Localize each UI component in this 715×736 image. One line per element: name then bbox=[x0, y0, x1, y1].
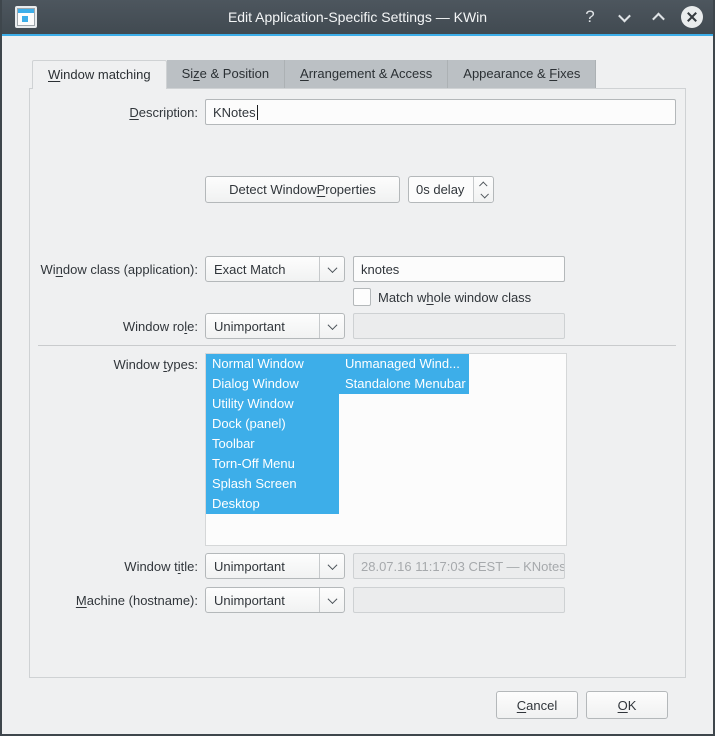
window-role-label: Window role: bbox=[38, 319, 198, 334]
help-icon: ? bbox=[585, 7, 594, 27]
window-class-row: Window class (application): Exact Match … bbox=[38, 256, 676, 282]
combobox-chevron-icon bbox=[327, 594, 337, 604]
machine-label: Machine (hostname): bbox=[38, 593, 198, 608]
machine-input bbox=[353, 587, 565, 613]
description-row: Description: KNotes bbox=[38, 99, 676, 125]
combobox-chevron-icon bbox=[327, 560, 337, 570]
spin-down-icon[interactable] bbox=[480, 190, 488, 198]
titlebar[interactable]: Edit Application-Specific Settings — KWi… bbox=[2, 0, 713, 34]
chevron-up-icon bbox=[652, 12, 665, 25]
window-role-row: Window role: Unimportant bbox=[38, 313, 676, 339]
window-types-row: Window types: Normal WindowDialog Window… bbox=[38, 353, 676, 546]
window-type-option[interactable]: Toolbar bbox=[206, 434, 339, 454]
window-matching-pane: Description: KNotes Detect Window Proper… bbox=[29, 88, 686, 678]
spin-up-icon[interactable] bbox=[479, 181, 487, 189]
window-type-option[interactable]: Torn-Off Menu bbox=[206, 454, 339, 474]
tab-bar: Window matching Size & Position Arrangem… bbox=[32, 60, 686, 88]
match-whole-row: Match whole window class bbox=[38, 288, 676, 306]
detect-window-properties-button[interactable]: Detect Window Properties bbox=[205, 176, 400, 203]
help-button[interactable]: ? bbox=[579, 6, 601, 28]
window-type-option[interactable]: Dialog Window bbox=[206, 374, 339, 394]
tab-window-matching[interactable]: Window matching bbox=[32, 60, 167, 89]
maximize-button[interactable] bbox=[647, 6, 669, 28]
match-whole-checkbox[interactable] bbox=[353, 288, 371, 306]
window-types-right-column: Unmanaged Wind...Standalone Menubar bbox=[339, 354, 469, 394]
window-type-option[interactable]: Standalone Menubar bbox=[339, 374, 469, 394]
dialog-footer: Cancel OK bbox=[29, 678, 686, 719]
window-type-option[interactable]: Splash Screen bbox=[206, 474, 339, 494]
combobox-chevron-icon bbox=[327, 263, 337, 273]
close-icon bbox=[687, 12, 697, 22]
window-class-match-combobox[interactable]: Exact Match bbox=[205, 256, 345, 282]
tab-appearance-fixes[interactable]: Appearance & Fixes bbox=[448, 60, 596, 88]
close-button[interactable] bbox=[681, 6, 703, 28]
window-types-label: Window types: bbox=[38, 357, 198, 372]
machine-match-combobox[interactable]: Unimportant bbox=[205, 587, 345, 613]
window-type-option[interactable]: Normal Window bbox=[206, 354, 339, 374]
tab-size-position[interactable]: Size & Position bbox=[167, 60, 285, 88]
window-title-row: Window title: Unimportant 28.07.16 11:17… bbox=[38, 553, 676, 579]
text-caret bbox=[257, 105, 258, 120]
window-type-option[interactable]: Unmanaged Wind... bbox=[339, 354, 469, 374]
dialog-window: Edit Application-Specific Settings — KWi… bbox=[0, 0, 715, 736]
window-class-input[interactable]: knotes bbox=[353, 256, 565, 282]
chevron-down-icon bbox=[618, 9, 631, 22]
window-class-label: Window class (application): bbox=[38, 262, 198, 277]
ok-button[interactable]: OK bbox=[586, 691, 668, 719]
window-title-input: 28.07.16 11:17:03 CEST — KNotes bbox=[353, 553, 565, 579]
window-type-option[interactable]: Desktop bbox=[206, 494, 339, 514]
window-types-left-column: Normal WindowDialog WindowUtility Window… bbox=[206, 354, 339, 514]
machine-row: Machine (hostname): Unimportant bbox=[38, 587, 676, 613]
window-role-input bbox=[353, 313, 565, 339]
description-input[interactable]: KNotes bbox=[205, 99, 676, 125]
window-title-label: Window title: bbox=[38, 559, 198, 574]
tab-arrangement-access[interactable]: Arrangement & Access bbox=[285, 60, 448, 88]
cancel-button[interactable]: Cancel bbox=[496, 691, 578, 719]
window-title-match-combobox[interactable]: Unimportant bbox=[205, 553, 345, 579]
detect-row: Detect Window Properties 0s delay bbox=[38, 176, 676, 203]
section-separator bbox=[38, 345, 676, 346]
window-type-option[interactable]: Utility Window bbox=[206, 394, 339, 414]
window-role-match-combobox[interactable]: Unimportant bbox=[205, 313, 345, 339]
combobox-chevron-icon bbox=[327, 320, 337, 330]
kwin-app-icon bbox=[15, 6, 37, 28]
window-types-list[interactable]: Normal WindowDialog WindowUtility Window… bbox=[205, 353, 567, 546]
match-whole-label[interactable]: Match whole window class bbox=[378, 290, 531, 305]
detect-delay-spinner[interactable]: 0s delay bbox=[408, 176, 494, 203]
description-label: Description: bbox=[38, 105, 198, 120]
minimize-button[interactable] bbox=[613, 6, 635, 28]
window-type-option[interactable]: Dock (panel) bbox=[206, 414, 339, 434]
